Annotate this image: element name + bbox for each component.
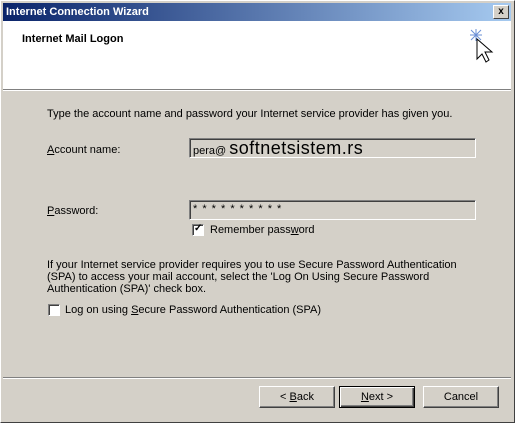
wizard-window: Internet Connection Wizard x Internet Ma… bbox=[0, 0, 515, 423]
wizard-cursor-sparkle-icon bbox=[470, 29, 494, 63]
footer-separator bbox=[3, 377, 511, 379]
account-name-domain: softnetsistem.rs bbox=[229, 138, 364, 158]
title-bar[interactable]: Internet Connection Wizard x bbox=[3, 3, 511, 21]
back-button[interactable]: < Back bbox=[259, 386, 335, 408]
remember-password-checkbox[interactable]: ✓ bbox=[192, 223, 204, 236]
password-label: Password: bbox=[47, 205, 99, 217]
spa-description-line-3: Authentication (SPA)' check box. bbox=[47, 283, 207, 295]
spa-description-line-1: If your Internet service provider requir… bbox=[47, 259, 457, 271]
password-value: * * * * * * * * * * bbox=[193, 203, 283, 215]
password-field[interactable]: * * * * * * * * * * bbox=[189, 200, 476, 220]
header-separator bbox=[3, 89, 511, 91]
wizard-header: Internet Mail Logon bbox=[3, 21, 511, 89]
close-icon: x bbox=[498, 6, 504, 17]
account-name-field[interactable]: pera@ softnetsistem.rs bbox=[189, 138, 476, 158]
remember-password-label[interactable]: Remember password bbox=[210, 224, 315, 236]
spa-checkbox[interactable] bbox=[48, 304, 60, 316]
cancel-button[interactable]: Cancel bbox=[423, 386, 499, 408]
account-name-prefix: pera@ bbox=[193, 145, 230, 157]
close-button[interactable]: x bbox=[493, 5, 509, 19]
spa-description-line-2: (SPA) to access your mail account, selec… bbox=[47, 271, 430, 283]
next-button[interactable]: Next > bbox=[339, 386, 415, 408]
account-name-label: Account name: bbox=[47, 144, 121, 156]
page-title: Internet Mail Logon bbox=[22, 33, 124, 45]
intro-text: Type the account name and password your … bbox=[47, 108, 453, 120]
window-title: Internet Connection Wizard bbox=[6, 6, 149, 18]
checkmark-icon: ✓ bbox=[194, 223, 203, 234]
spa-checkbox-label[interactable]: Log on using Secure Password Authenticat… bbox=[65, 304, 321, 316]
